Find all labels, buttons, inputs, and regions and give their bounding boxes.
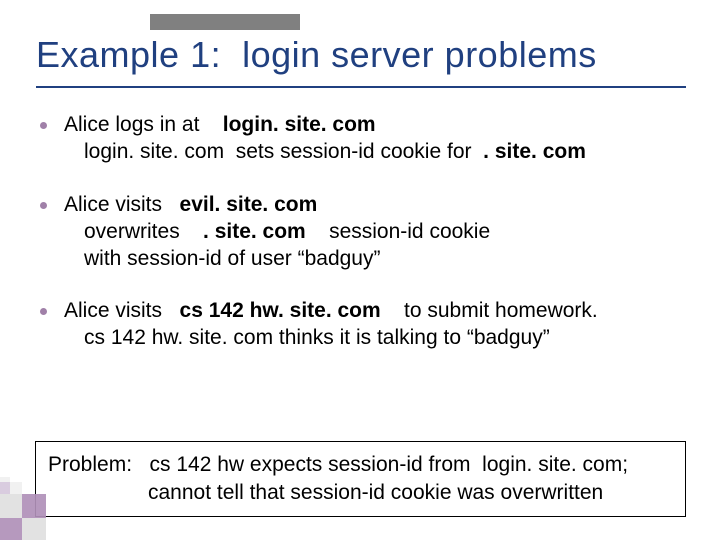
- text: session-id cookie: [306, 220, 490, 243]
- bullet-1-line-1: Alice logs in at login. site. com: [64, 112, 690, 139]
- bullet-2: Alice visits evil. site. com overwrites …: [36, 192, 690, 273]
- bullet-2-line-2: overwrites . site. com session-id cookie: [84, 219, 690, 246]
- bullet-3: Alice visits cs 142 hw. site. com to sub…: [36, 298, 690, 352]
- bullet-3-line-1: Alice visits cs 142 hw. site. com to sub…: [64, 298, 690, 325]
- bullet-3-line-2: cs 142 hw. site. com thinks it is talkin…: [84, 325, 690, 352]
- bullet-1-line-2: login. site. com sets session-id cookie …: [84, 139, 690, 166]
- text: Alice logs in at: [64, 113, 223, 136]
- text: to submit homework.: [381, 299, 598, 322]
- bullet-icon: [40, 122, 47, 129]
- header-accent-bar: [150, 14, 300, 30]
- text: Alice visits: [64, 299, 180, 322]
- slide-title: Example 1: login server problems: [36, 34, 690, 76]
- text-bold: login. site. com: [223, 113, 376, 136]
- bullet-icon: [40, 202, 47, 209]
- bullet-icon: [40, 308, 47, 315]
- problem-line-1: Problem: cs 142 hw expects session-id fr…: [48, 451, 673, 479]
- text-bold: evil. site. com: [180, 193, 318, 216]
- text-bold: . site. com: [203, 220, 306, 243]
- corner-decoration: [0, 472, 60, 540]
- text: overwrites: [84, 220, 203, 243]
- bullet-2-line-1: Alice visits evil. site. com: [64, 192, 690, 219]
- text: Alice visits: [64, 193, 180, 216]
- text-bold: cs 142 hw. site. com: [180, 299, 381, 322]
- text-bold: . site. com: [483, 140, 586, 163]
- text: login. site. com sets session-id cookie …: [84, 140, 483, 163]
- title-underline: [36, 86, 686, 88]
- problem-line-2: cannot tell that session-id cookie was o…: [48, 479, 673, 507]
- problem-box: Problem: cs 142 hw expects session-id fr…: [35, 441, 686, 517]
- bullet-1: Alice logs in at login. site. com login.…: [36, 112, 690, 166]
- bullet-2-line-3: with session-id of user “badguy”: [84, 246, 690, 273]
- slide: Example 1: login server problems Alice l…: [0, 0, 720, 540]
- slide-body: Alice logs in at login. site. com login.…: [36, 112, 690, 378]
